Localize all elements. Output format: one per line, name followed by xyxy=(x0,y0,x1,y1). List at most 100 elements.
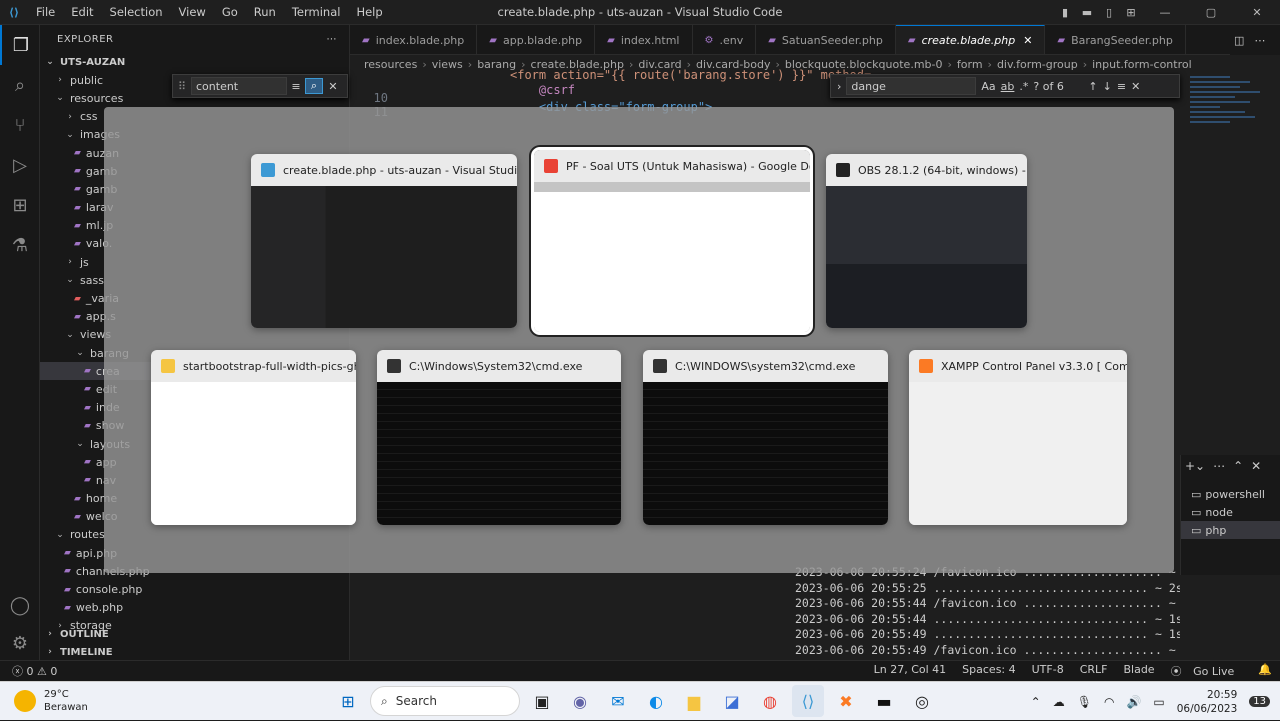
regex-icon[interactable]: .* xyxy=(1019,80,1028,93)
toggle-panel-icon[interactable]: ▬ xyxy=(1076,6,1098,19)
switcher-window[interactable]: XAMPP Control Panel v3.3.0 [ Compil... xyxy=(909,350,1127,525)
cursor-position[interactable]: Ln 27, Col 41 xyxy=(866,663,955,679)
encoding[interactable]: UTF-8 xyxy=(1024,663,1072,679)
testing-icon[interactable]: ⚗ xyxy=(0,225,40,265)
battery-icon[interactable]: ▭ xyxy=(1153,695,1164,709)
tab-create-blade-php[interactable]: ▰ create.blade.php ✕ xyxy=(895,25,1046,54)
obs-icon[interactable]: ◎ xyxy=(906,685,938,717)
onedrive-icon[interactable]: ☁ xyxy=(1053,695,1065,709)
switcher-window[interactable]: OBS 28.1.2 (64-bit, windows) - Prof... xyxy=(826,154,1027,328)
tab-BarangSeeder-php[interactable]: ▰ BarangSeeder.php xyxy=(1045,25,1186,54)
filter-icon[interactable]: ≡ xyxy=(287,80,305,93)
menu-run[interactable]: Run xyxy=(246,5,284,19)
edge-icon[interactable]: ◐ xyxy=(640,685,672,717)
terminal-item[interactable]: ▭ node xyxy=(1181,503,1280,521)
switcher-window[interactable]: create.blade.php - uts-auzan - Visual St… xyxy=(251,154,517,328)
terminal-item[interactable]: ▭ powershell xyxy=(1181,485,1280,503)
mail-icon[interactable]: ✉ xyxy=(602,685,634,717)
maximize-panel-icon[interactable]: ⌃ xyxy=(1233,459,1243,473)
tree-item[interactable]: ▰ web.php xyxy=(40,599,349,617)
extensions-icon[interactable]: ⊞ xyxy=(0,185,40,225)
volume-icon[interactable]: 🔊 xyxy=(1126,695,1141,709)
end-of-line[interactable]: CRLF xyxy=(1072,663,1116,679)
menu-edit[interactable]: Edit xyxy=(63,5,101,19)
teams-chat-icon[interactable]: ◉ xyxy=(564,685,596,717)
new-terminal-icon[interactable]: +⌄ xyxy=(1185,459,1205,473)
taskbar-search[interactable]: ⌕ Search xyxy=(370,686,520,716)
minimap[interactable] xyxy=(1180,73,1280,153)
start-icon[interactable]: ⊞ xyxy=(332,685,364,717)
switcher-window[interactable]: C:\Windows\System32\cmd.exe xyxy=(377,350,621,525)
drag-handle-icon[interactable]: ⠿ xyxy=(173,80,191,93)
timeline-section[interactable]: › TIMELINE xyxy=(40,643,350,661)
weather-widget[interactable]: 29°C Berawan xyxy=(14,688,88,714)
notification-badge[interactable]: 13 xyxy=(1249,696,1270,707)
language-mode[interactable]: Blade xyxy=(1115,663,1162,679)
split-editor-icon[interactable]: ◫ xyxy=(1234,34,1244,47)
breadcrumb-item[interactable]: form xyxy=(957,58,983,71)
more-icon[interactable]: ⋯ xyxy=(1254,34,1265,47)
tab-SatuanSeeder-php[interactable]: ▰ SatuanSeeder.php xyxy=(756,25,896,54)
breadcrumb-item[interactable]: views xyxy=(432,58,463,71)
close-panel-icon[interactable]: ✕ xyxy=(1251,459,1261,473)
switcher-window[interactable]: C:\WINDOWS\system32\cmd.exe xyxy=(643,350,888,525)
project-root[interactable]: ⌄ UTS-AUZAN xyxy=(40,53,349,71)
find-in-selection-icon[interactable]: ≡ xyxy=(1117,80,1126,93)
close-find-icon[interactable]: ✕ xyxy=(323,80,343,93)
show-hidden-icons[interactable]: ⌃ xyxy=(1031,695,1041,709)
account-icon[interactable]: ◯ xyxy=(0,585,40,625)
terminal-output[interactable]: 2023-06-06 20:55:24 /favicon.ico .......… xyxy=(780,565,1180,672)
task-view-icon[interactable]: ▣ xyxy=(526,685,558,717)
breadcrumb-item[interactable]: input.form-control xyxy=(1092,58,1192,71)
menu-terminal[interactable]: Terminal xyxy=(284,5,349,19)
explorer-icon[interactable]: ❐ xyxy=(0,25,40,65)
explorer-find-input[interactable] xyxy=(191,77,287,95)
visual-studio-icon[interactable]: ◪ xyxy=(716,685,748,717)
menu-view[interactable]: View xyxy=(171,5,214,19)
vscode-icon[interactable]: ⟨⟩ xyxy=(792,685,824,717)
breadcrumb-item[interactable]: resources xyxy=(364,58,417,71)
terminal-icon[interactable]: ▬ xyxy=(868,685,900,717)
tab-index-html[interactable]: ▰ index.html xyxy=(595,25,693,54)
switcher-window[interactable]: startbootstrap-full-width-pics-gh-... xyxy=(151,350,356,525)
close-find-widget-icon[interactable]: ✕ xyxy=(1131,80,1140,93)
switcher-window[interactable]: PF - Soal UTS (Untuk Mahasiswa) - Google… xyxy=(531,147,813,335)
chrome-icon[interactable]: ◍ xyxy=(754,685,786,717)
match-case-icon[interactable]: Aa xyxy=(981,80,995,93)
more-icon[interactable]: ⋯ xyxy=(1213,459,1225,473)
close-tab-icon[interactable]: ✕ xyxy=(1023,34,1032,47)
tab-index-blade-php[interactable]: ▰ index.blade.php xyxy=(350,25,478,54)
wifi-icon[interactable]: ◠ xyxy=(1104,695,1114,709)
fuzzy-match-icon[interactable]: ⌕ xyxy=(305,78,323,94)
next-match-icon[interactable]: ↓ xyxy=(1103,80,1112,93)
toggle-sidebar-icon[interactable]: ▮ xyxy=(1054,6,1076,19)
xampp-icon[interactable]: ✖ xyxy=(830,685,862,717)
previous-match-icon[interactable]: ↑ xyxy=(1088,80,1097,93)
customize-layout-icon[interactable]: ⊞ xyxy=(1120,6,1142,19)
indentation[interactable]: Spaces: 4 xyxy=(954,663,1023,679)
terminal-item[interactable]: ▭ php xyxy=(1181,521,1280,539)
clock[interactable]: 20:59 06/06/2023 xyxy=(1177,688,1238,716)
tree-item[interactable]: ▰ console.php xyxy=(40,580,349,598)
close-window-button[interactable]: ✕ xyxy=(1234,6,1280,19)
source-control-icon[interactable]: ⑂ xyxy=(0,105,40,145)
menu-selection[interactable]: Selection xyxy=(102,5,171,19)
microphone-icon[interactable]: 🎙 xyxy=(1077,695,1092,709)
tab--env[interactable]: ⚙ .env xyxy=(693,25,757,54)
file-explorer-icon[interactable]: ▆ xyxy=(678,685,710,717)
go-live-button[interactable]: ⦿ Go Live xyxy=(1163,663,1251,679)
more-actions-icon[interactable]: ⋯ xyxy=(327,34,338,45)
whole-word-icon[interactable]: ab xyxy=(1001,80,1015,93)
problems-indicator[interactable]: ⓧ 0 ⚠ 0 xyxy=(0,663,57,679)
minimize-button[interactable]: — xyxy=(1142,6,1188,19)
notifications-icon[interactable]: 🔔 xyxy=(1250,663,1280,679)
tab-app-blade-php[interactable]: ▰ app.blade.php xyxy=(477,25,596,54)
find-input[interactable] xyxy=(846,77,977,95)
menu-help[interactable]: Help xyxy=(348,5,390,19)
settings-gear-icon[interactable]: ⚙ xyxy=(0,623,40,663)
menu-go[interactable]: Go xyxy=(214,5,246,19)
menu-file[interactable]: File xyxy=(28,5,63,19)
run-debug-icon[interactable]: ▷ xyxy=(0,145,40,185)
outline-section[interactable]: › OUTLINE xyxy=(40,625,350,643)
maximize-button[interactable]: ▢ xyxy=(1188,6,1234,19)
